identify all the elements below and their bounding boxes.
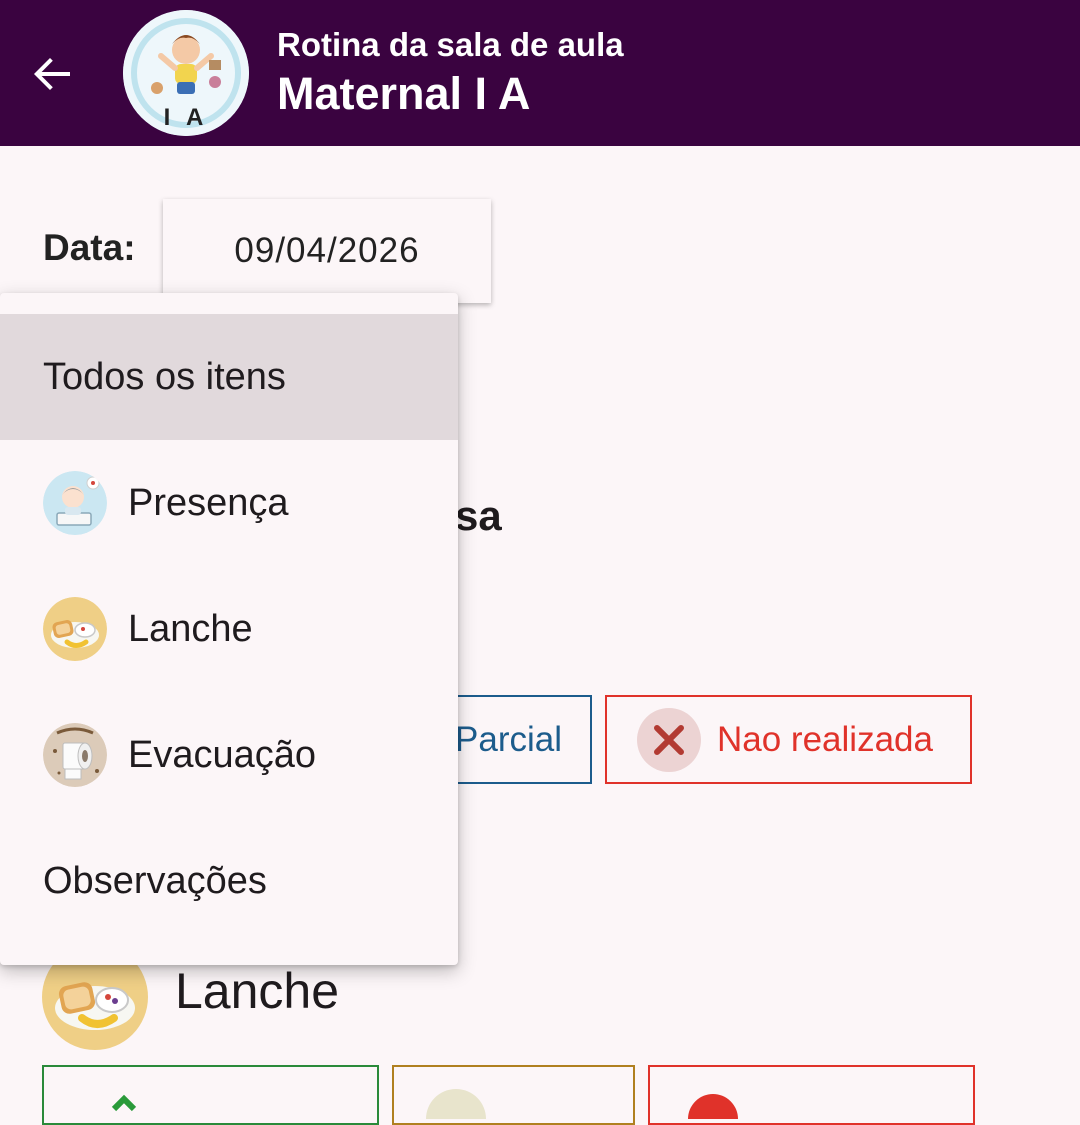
menu-item-label: Todos os itens	[43, 355, 286, 398]
status-chip-realizada[interactable]	[42, 1065, 379, 1125]
menu-item-todos-os-itens[interactable]: Todos os itens	[0, 314, 458, 440]
close-x-icon	[637, 707, 701, 772]
child-reading-icon	[43, 471, 107, 535]
avatar-letters: I A	[163, 104, 209, 131]
app-bar-subtitle: Rotina da sala de aula	[277, 26, 624, 63]
menu-item-presenca[interactable]: Presença	[0, 440, 458, 566]
menu-item-evacuacao[interactable]: Evacuação	[0, 692, 458, 818]
menu-item-label: Evacuação	[128, 733, 317, 776]
menu-item-label: Presença	[128, 481, 289, 524]
partial-icon	[426, 1089, 486, 1119]
app-bar: I A Rotina da sala de aula Maternal I A	[0, 0, 1080, 146]
app-bar-title: Maternal I A	[277, 68, 531, 119]
menu-item-label: Observações	[43, 859, 267, 902]
x-circle-icon	[688, 1094, 738, 1119]
class-avatar: I A	[123, 10, 249, 136]
check-icon	[111, 1094, 137, 1112]
breakfast-plate-icon	[43, 597, 107, 661]
date-picker-field[interactable]: 09/04/2026	[163, 199, 491, 303]
menu-item-lanche[interactable]: Lanche	[0, 566, 458, 692]
menu-item-observacoes[interactable]: Observações	[0, 818, 458, 944]
back-button[interactable]	[22, 44, 82, 104]
item-filter-dropdown-menu: Todos os itens Presença Lanche Evacuação…	[0, 293, 458, 965]
status-chip-parcial-lanche[interactable]	[392, 1065, 635, 1125]
menu-item-label: Lanche	[128, 607, 253, 650]
student-name-fragment: sa	[455, 492, 502, 539]
chip-nao-realizada-label: Nao realizada	[717, 719, 933, 759]
status-chip-nao-realizada[interactable]: Nao realizada	[605, 695, 972, 784]
section-title-lanche: Lanche	[175, 963, 340, 1019]
chip-parcial-label: Parcial	[455, 719, 562, 759]
date-label: Data:	[43, 227, 136, 268]
toilet-paper-icon	[43, 723, 107, 787]
arrow-back-icon	[34, 58, 70, 90]
status-chip-nao-realizada-lanche[interactable]	[648, 1065, 975, 1125]
